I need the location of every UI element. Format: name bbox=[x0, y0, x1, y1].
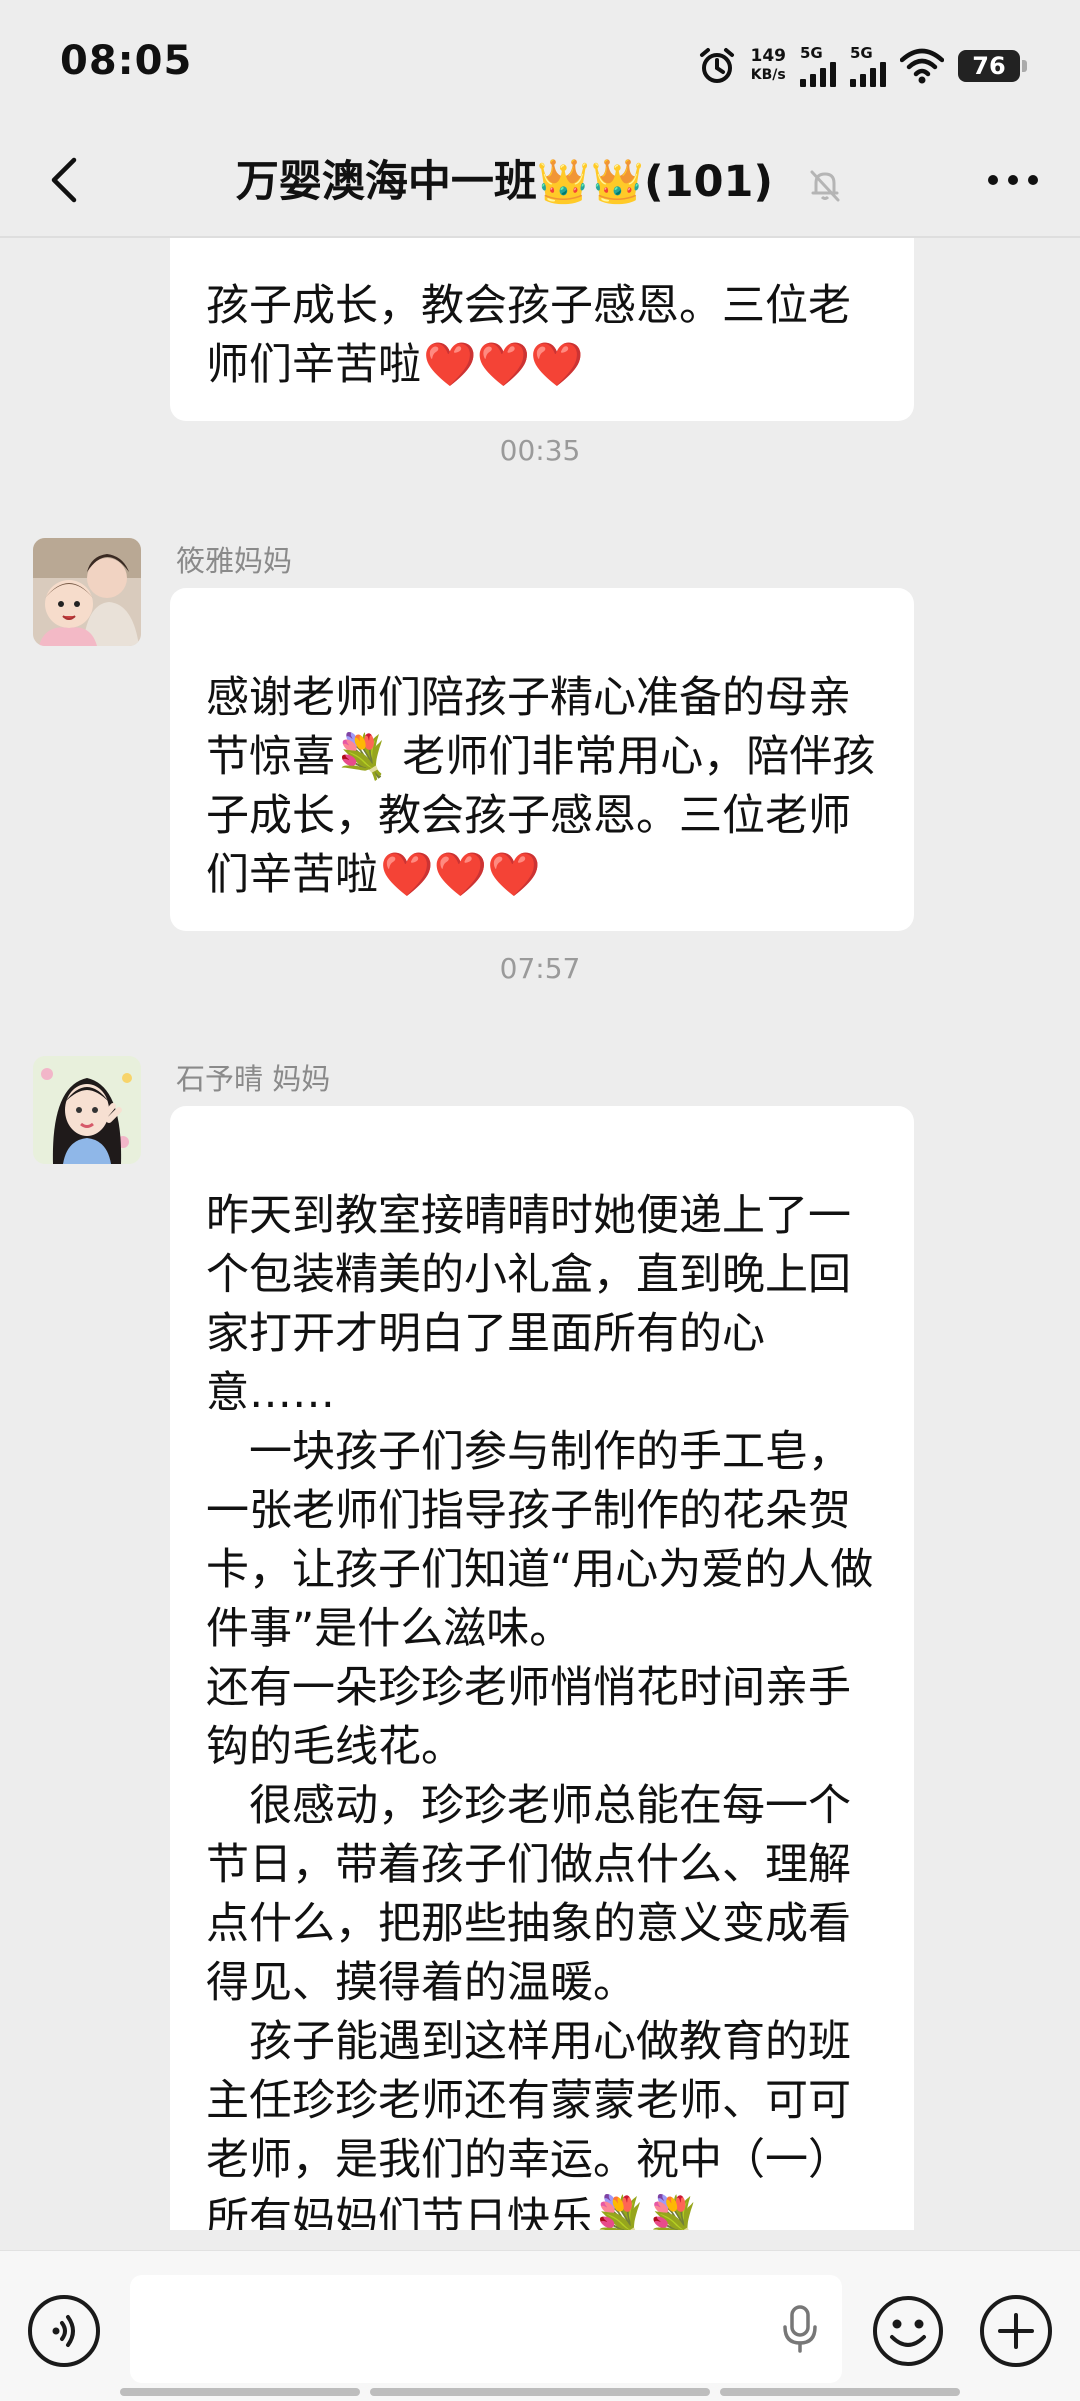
wifi-icon bbox=[900, 48, 944, 84]
chat-title: 万婴澳海中一班👑👑(101) bbox=[235, 157, 774, 207]
microphone-icon[interactable] bbox=[780, 2303, 820, 2355]
network-speed-unit: KB/s bbox=[750, 67, 786, 83]
message-bubble-partial[interactable]: 孩子成长，教会孩子感恩。三位老师们辛苦啦❤️❤️❤️ bbox=[170, 238, 914, 421]
battery-indicator: 76 bbox=[958, 50, 1027, 82]
avatar[interactable] bbox=[33, 538, 141, 646]
status-time: 08:05 bbox=[60, 38, 193, 84]
signal-1-label: 5G bbox=[800, 44, 823, 62]
signal-2-label: 5G bbox=[850, 44, 873, 62]
gesture-bar-middle bbox=[370, 2388, 710, 2396]
gesture-bar-right bbox=[720, 2388, 960, 2396]
network-speed: 149 KB/s bbox=[751, 47, 787, 85]
plus-icon bbox=[998, 2313, 1034, 2349]
signal-2: 5G bbox=[850, 45, 886, 87]
mute-bell-icon bbox=[810, 170, 840, 201]
heart-emoji: ❤️❤️❤️ bbox=[380, 850, 541, 900]
message-bubble[interactable]: 昨天到教室接晴晴时她便递上了一个包装精美的小礼盒，直到晚上回家打开才明白了里面所… bbox=[170, 1106, 914, 2230]
voice-icon bbox=[52, 2315, 75, 2347]
status-icons: 149 KB/s 5G 5G 76 bbox=[697, 38, 1027, 94]
chat-title-wrap[interactable]: 万婴澳海中一班👑👑(101) bbox=[0, 152, 1080, 212]
network-speed-value: 149 bbox=[750, 46, 787, 66]
status-bar: 08:05 149 KB/s 5G 5G 76 bbox=[0, 0, 1080, 130]
emoji-icon[interactable] bbox=[872, 2295, 944, 2367]
gesture-bar-left bbox=[120, 2388, 360, 2396]
input-bar bbox=[0, 2250, 1080, 2401]
timestamp: 00:35 bbox=[499, 434, 581, 467]
heart-emoji: ❤️❤️❤️ bbox=[423, 340, 584, 390]
sender-name: 石予晴 妈妈 bbox=[176, 1062, 331, 1096]
more-icon[interactable] bbox=[978, 150, 1048, 210]
timestamp: 07:57 bbox=[499, 952, 581, 985]
avatar[interactable] bbox=[33, 1056, 141, 1164]
voice-button[interactable] bbox=[28, 2295, 100, 2367]
chat-header: 万婴澳海中一班👑👑(101) bbox=[0, 130, 1080, 238]
sender-name: 筱雅妈妈 bbox=[176, 544, 293, 578]
message-input[interactable] bbox=[130, 2275, 842, 2383]
signal-bars-icon bbox=[800, 61, 836, 87]
message-list[interactable]: 孩子成长，教会孩子感恩。三位老师们辛苦啦❤️❤️❤️ 00:35 筱雅妈妈 感谢… bbox=[0, 238, 1080, 2230]
signal-bars-icon bbox=[850, 61, 886, 87]
message-text: 昨天到教室接晴晴时她便递上了一个包装精美的小礼盒，直到晚上回家打开才明白了里面所… bbox=[206, 1191, 874, 2230]
signal-1: 5G bbox=[800, 45, 836, 87]
message-bubble[interactable]: 感谢老师们陪孩子精心准备的母亲节惊喜💐 老师们非常用心，陪伴孩子成长，教会孩子感… bbox=[170, 588, 914, 931]
plus-button[interactable] bbox=[980, 2295, 1052, 2367]
alarm-icon bbox=[699, 48, 734, 83]
